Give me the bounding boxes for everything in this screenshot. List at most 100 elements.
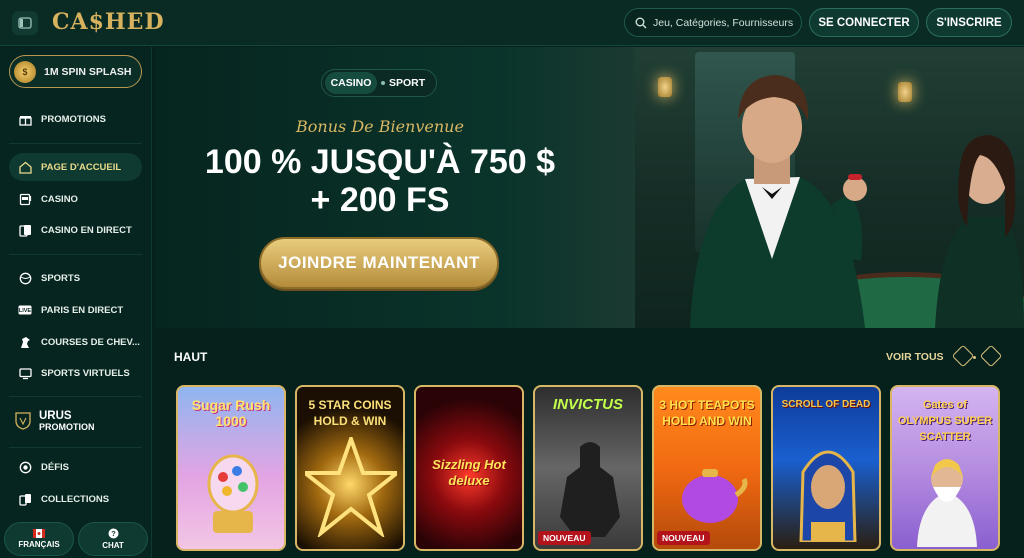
urus-subtitle: PROMOTION	[39, 422, 95, 432]
game-title: 3 HOT TEAPOTS HOLD AND WIN	[659, 398, 755, 428]
search-input[interactable]: Jeu, Catégories, Fournisseurs	[624, 8, 802, 37]
target-icon	[18, 460, 32, 474]
site-logo[interactable]: CA$HED	[52, 9, 165, 35]
game-card-sugar-rush[interactable]: Sugar Rush 1000	[176, 385, 286, 551]
sidebar-item-horse-racing[interactable]: COURSES DE CHEV...	[9, 328, 142, 356]
live-icon: LIVE	[18, 303, 32, 317]
game-title: Sizzling Hot deluxe	[432, 457, 506, 488]
sidebar-item-label: SPORTS VIRTUELS	[41, 367, 130, 379]
game-card-5-star-coins[interactable]: 5 STAR COINS HOLD & WIN	[295, 385, 405, 551]
sidebar-item-label: DÉFIS	[41, 461, 69, 473]
sidebar: $ 1M SPIN SPLASH PROMOTIONS PAGE D'ACCUE…	[0, 47, 152, 558]
new-badge: NOUVEAU	[538, 531, 591, 545]
ball-icon	[18, 271, 32, 285]
scroll-left-button[interactable]	[951, 344, 975, 368]
sidebar-divider	[9, 396, 142, 397]
zeus-image	[917, 459, 977, 547]
sidebar-item-label: CASINO	[41, 193, 78, 205]
sidebar-item-live-betting[interactable]: LIVE PARIS EN DIRECT	[9, 296, 142, 324]
sidebar-item-label: PROMOTIONS	[41, 113, 106, 125]
wall-lamp	[898, 82, 912, 102]
bonus-headline: 100 % JUSQU'À 750 $ + 200 FS	[155, 143, 605, 219]
spin-splash-promo-button[interactable]: $ 1M SPIN SPLASH	[9, 55, 142, 88]
signup-button[interactable]: S'INSCRIRE	[926, 8, 1012, 37]
game-title: 5 STAR COINS HOLD & WIN	[308, 398, 392, 428]
sidebar-item-collections[interactable]: COLLECTIONS	[9, 485, 142, 513]
chat-button[interactable]: ? CHAT	[78, 522, 148, 556]
hero-banner: CASINO SPORT Bonus De Bienvenue 100 % JU…	[155, 47, 1024, 328]
chat-label: CHAT	[102, 541, 124, 550]
pharaoh-image	[799, 450, 857, 542]
sidebar-item-urus-promotion[interactable]: URUS PROMOTION	[9, 404, 142, 438]
sidebar-item-casino[interactable]: CASINO	[9, 185, 142, 213]
game-card-gates-of-olympus[interactable]: Gates of OLYMPUS SUPER SCATTER	[890, 385, 1000, 551]
carousel-dot	[973, 356, 976, 359]
game-title: Sugar Rush 1000	[191, 397, 271, 429]
gumball-machine-image	[207, 454, 259, 533]
search-icon	[635, 17, 647, 28]
teapot-image	[682, 469, 748, 523]
hero-man-image	[690, 75, 867, 328]
sidebar-item-label: PAGE D'ACCUEIL	[41, 161, 122, 173]
game-title: SCROLL OF DEAD	[781, 399, 871, 410]
bonus-headline-line1: 100 % JUSQU'À 750 $	[204, 143, 556, 181]
see-all-link[interactable]: VOIR TOUS	[886, 351, 944, 363]
sidebar-toggle-button[interactable]	[12, 11, 38, 35]
help-icon: ?	[108, 528, 118, 539]
game-card-invictus[interactable]: INVICTUS NOUVEAU	[533, 385, 643, 551]
svg-text:LIVE: LIVE	[19, 308, 32, 314]
sidebar-item-label: CASINO EN DIRECT	[41, 224, 132, 236]
sidebar-divider	[9, 254, 142, 255]
search-placeholder: Jeu, Catégories, Fournisseurs	[653, 16, 794, 29]
sidebar-divider	[9, 447, 142, 448]
game-title: Gates of OLYMPUS SUPER SCATTER	[897, 399, 993, 443]
language-label: FRANÇAIS	[18, 540, 60, 549]
canada-flag-icon	[33, 529, 45, 538]
games-carousel: Sugar Rush 1000 5 STAR COINS HOLD & WIN …	[174, 385, 1024, 558]
sidebar-divider	[9, 143, 142, 144]
gift-icon	[18, 112, 32, 126]
warrior-statue-image	[560, 442, 620, 537]
cards-icon	[18, 223, 32, 237]
screen-icon	[18, 366, 32, 380]
tab-separator-dot	[381, 81, 385, 85]
collection-icon	[18, 492, 32, 506]
lamborghini-shield-icon	[15, 412, 31, 430]
sidebar-item-home[interactable]: PAGE D'ACCUEIL	[9, 153, 142, 181]
sidebar-toggle-icon	[18, 17, 32, 29]
welcome-bonus-label: Bonus De Bienvenue	[296, 117, 464, 136]
game-title: INVICTUS	[552, 396, 623, 413]
language-button[interactable]: FRANÇAIS	[4, 522, 74, 556]
sidebar-item-label: COLLECTIONS	[41, 493, 110, 505]
svg-text:?: ?	[111, 529, 116, 538]
home-icon	[18, 160, 32, 174]
star-image	[305, 437, 397, 537]
tab-sport[interactable]: SPORT	[389, 77, 425, 89]
top-bar: CA$HED Jeu, Catégories, Fournisseurs SE …	[0, 0, 1024, 46]
coin-icon: $	[14, 60, 36, 83]
casino-sport-toggle: CASINO SPORT	[321, 69, 437, 97]
sidebar-item-virtual-sports[interactable]: SPORTS VIRTUELS	[9, 359, 142, 387]
sidebar-item-label: PARIS EN DIRECT	[41, 304, 124, 316]
sidebar-item-promotions[interactable]: PROMOTIONS	[9, 105, 142, 133]
game-card-scroll-of-dead[interactable]: SCROLL OF DEAD	[771, 385, 881, 551]
hero-woman-image	[935, 135, 1024, 328]
sidebar-item-live-casino[interactable]: CASINO EN DIRECT	[9, 216, 142, 244]
tab-casino[interactable]: CASINO	[325, 72, 377, 94]
bonus-headline-line2: + 200 FS	[310, 181, 450, 219]
join-now-button[interactable]: JOINDRE MAINTENANT	[259, 237, 499, 289]
login-button[interactable]: SE CONNECTER	[809, 8, 919, 37]
urus-title: URUS	[39, 410, 72, 422]
sidebar-item-label: COURSES DE CHEV...	[41, 336, 140, 348]
slot-machine-icon	[18, 192, 32, 206]
game-card-3-hot-teapots[interactable]: 3 HOT TEAPOTS HOLD AND WIN NOUVEAU	[652, 385, 762, 551]
horse-icon	[18, 335, 32, 349]
sidebar-item-sports[interactable]: SPORTS	[9, 264, 142, 292]
spin-splash-label: 1M SPIN SPLASH	[44, 65, 132, 78]
sidebar-item-label: SPORTS	[41, 272, 81, 284]
section-title: HAUT	[174, 350, 208, 364]
sidebar-item-challenges[interactable]: DÉFIS	[9, 453, 142, 481]
new-badge: NOUVEAU	[657, 531, 710, 545]
game-card-sizzling-hot[interactable]: Sizzling Hot deluxe	[414, 385, 524, 551]
scroll-right-button[interactable]	[979, 344, 1003, 368]
